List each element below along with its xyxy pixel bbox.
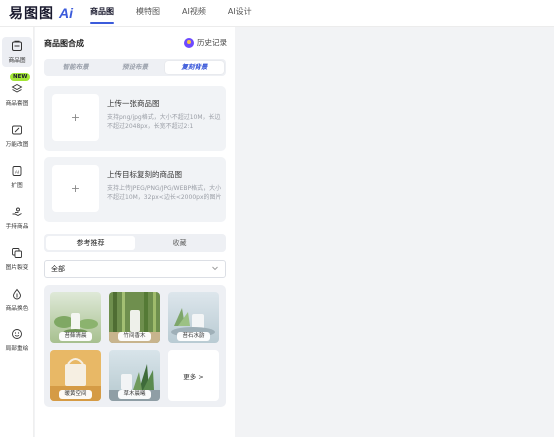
nav-tab-product-image[interactable]: 商品图 [90, 0, 114, 27]
sidebar-item-image-set[interactable]: 商品套图 [0, 80, 34, 110]
nav-tab-ai-video[interactable]: AI视频 [182, 0, 206, 27]
sidebar-item-label: 商品套图 [5, 100, 29, 107]
chevron-down-icon [211, 264, 219, 272]
category-select-value: 全部 [51, 265, 65, 273]
recolor-icon [10, 287, 24, 301]
more-references-button[interactable]: 更多 > [168, 350, 219, 401]
sidebar-item-label: 商品图 [8, 57, 26, 64]
sidebar-item-expand[interactable]: AI 扩图 [0, 162, 34, 192]
app-logo[interactable]: 易图图 Ai [9, 4, 73, 22]
upload-reference-title: 上传目标复刻的商品图 [107, 170, 182, 179]
reference-grid: 苔藓清晨 竹间香木 苔石水韵 暖黄空间 草木晨曦 更多 > [44, 285, 226, 407]
sidebar-item-label: 局部重绘 [5, 345, 29, 352]
tool-sidebar: 商品图 NEW 商品套图 万能改图 AI 扩图 手持商品 图片裂变 商品换色 局… [0, 27, 34, 437]
upload-reference-button[interactable]: + [52, 165, 99, 212]
history-label: 历史记录 [197, 38, 227, 47]
upload-product-area[interactable]: + 上传一张商品图 支持png/jpg格式，大小不超过10M，长边不超过2048… [44, 86, 226, 151]
expand-image-icon: AI [10, 164, 24, 178]
sidebar-item-label: 扩图 [11, 182, 23, 189]
reference-caption: 竹间香木 [118, 332, 151, 341]
reference-card[interactable]: 苔藓清晨 [50, 292, 101, 343]
mode-tab-preset-scene[interactable]: 预设布景 [105, 61, 164, 74]
image-set-icon [10, 82, 24, 96]
nav-tab-ai-design[interactable]: AI设计 [228, 0, 252, 27]
mode-tab-smart-scene[interactable]: 智能布景 [46, 61, 105, 74]
inpaint-icon [10, 327, 24, 341]
sidebar-item-hand-hold[interactable]: 手持商品 [0, 203, 34, 233]
tab-recommended[interactable]: 参考推荐 [46, 236, 135, 250]
mode-switcher: 智能布景 预设布景 复刻背景 [44, 59, 226, 76]
logo-ai: Ai [59, 5, 73, 21]
sidebar-item-recolor[interactable]: 商品换色 [0, 285, 34, 315]
sidebar-item-image-variation[interactable]: 图片裂变 [0, 244, 34, 274]
mode-tab-replicate-background[interactable]: 复刻背景 [164, 61, 224, 74]
reference-card[interactable]: 竹间香木 [109, 292, 160, 343]
plus-icon: + [70, 182, 81, 195]
svg-text:AI: AI [15, 169, 19, 174]
preview-canvas [236, 27, 554, 437]
nav-tab-model-image[interactable]: 模特图 [136, 0, 160, 27]
reference-caption: 苔石水韵 [177, 332, 210, 341]
image-variation-icon [10, 246, 24, 260]
reference-card[interactable]: 草木晨曦 [109, 350, 160, 401]
upload-reference-area[interactable]: + 上传目标复刻的商品图 支持上传JPEG/PNG/JPG/WEBP格式，大小不… [44, 157, 226, 222]
upload-product-title: 上传一张商品图 [107, 99, 160, 108]
panel-title: 商品图合成 [44, 39, 84, 48]
logo-text: 易图图 [9, 6, 54, 22]
reference-caption: 草木晨曦 [118, 390, 151, 399]
top-bar: 易图图 Ai 商品图 模特图 AI视频 AI设计 [0, 0, 554, 27]
reference-caption: 苔藓清晨 [59, 332, 92, 341]
sidebar-item-label: 图片裂变 [5, 264, 29, 271]
history-icon [184, 37, 194, 48]
reference-card[interactable]: 苔石水韵 [168, 292, 219, 343]
upload-product-desc: 支持png/jpg格式，大小不超过10M，长边不超过2048px，长宽不超过2:… [107, 114, 221, 130]
hand-hold-icon [10, 205, 24, 219]
product-image-icon [10, 39, 24, 53]
history-button[interactable]: 历史记录 [184, 37, 227, 48]
upload-reference-desc: 支持上传JPEG/PNG/JPG/WEBP格式，大小不超过10M，32px<边长… [107, 185, 222, 201]
edit-image-icon [10, 123, 24, 137]
category-select[interactable]: 全部 [44, 260, 226, 278]
reference-caption: 暖黄空间 [59, 390, 92, 399]
compose-panel: 商品图合成 历史记录 智能布景 预设布景 复刻背景 + 上传一张商品图 支持pn… [35, 27, 235, 437]
plus-icon: + [70, 111, 81, 124]
main-nav: 商品图 模特图 AI视频 AI设计 [90, 0, 274, 27]
tab-favorites[interactable]: 收藏 [135, 236, 224, 250]
sidebar-item-label: 手持商品 [5, 223, 29, 230]
sidebar-item-product-image[interactable]: 商品图 [2, 37, 32, 67]
reference-tabs: 参考推荐 收藏 [44, 234, 226, 252]
sidebar-item-inpaint[interactable]: 局部重绘 [0, 325, 34, 355]
upload-product-button[interactable]: + [52, 94, 99, 141]
sidebar-item-label: 商品换色 [5, 305, 29, 312]
sidebar-item-edit-image[interactable]: 万能改图 [0, 121, 34, 151]
sidebar-item-label: 万能改图 [5, 141, 29, 148]
reference-card[interactable]: 暖黄空间 [50, 350, 101, 401]
